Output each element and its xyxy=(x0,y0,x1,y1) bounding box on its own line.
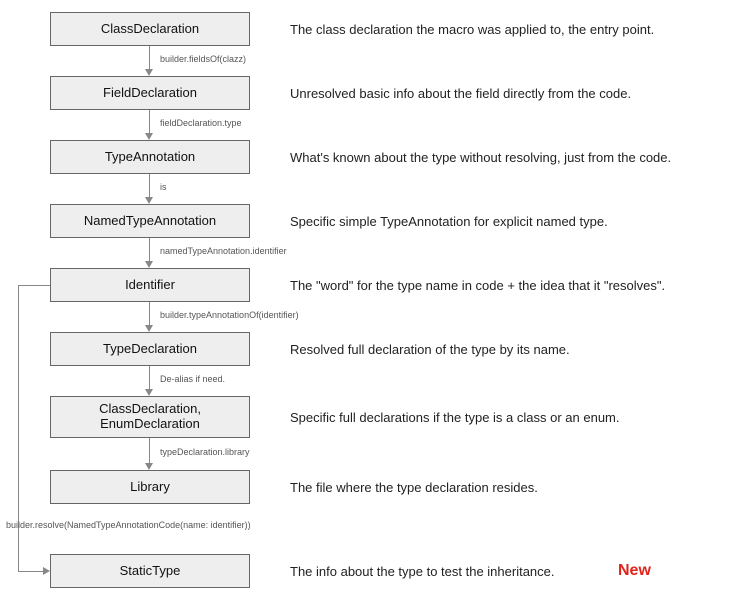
node-identifier: Identifier xyxy=(50,268,250,302)
arrow-6-7 xyxy=(149,438,151,470)
node-label: TypeDeclaration xyxy=(103,342,197,357)
desc-identifier: The "word" for the type name in code + t… xyxy=(290,268,710,302)
node-label: StaticType xyxy=(120,564,181,579)
node-named-type-annotation: NamedTypeAnnotation xyxy=(50,204,250,238)
arrow-3-4 xyxy=(149,238,151,268)
side-arrowhead xyxy=(43,567,50,575)
desc-type-annotation: What's known about the type without reso… xyxy=(290,140,710,174)
desc-text: The info about the type to test the inhe… xyxy=(290,564,555,579)
desc-class-declaration: The class declaration the macro was appl… xyxy=(290,12,710,46)
arrow-5-6 xyxy=(149,366,151,396)
arrow-0-1 xyxy=(149,46,151,76)
node-label: FieldDeclaration xyxy=(103,86,197,101)
side-edge-h2 xyxy=(18,571,43,572)
node-library: Library xyxy=(50,470,250,504)
desc-type-declaration: Resolved full declaration of the type by… xyxy=(290,332,710,366)
node-type-annotation: TypeAnnotation xyxy=(50,140,250,174)
edge-label-0-1: builder.fieldsOf(clazz) xyxy=(160,54,246,64)
node-class-declaration: ClassDeclaration xyxy=(50,12,250,46)
desc-library: The file where the type declaration resi… xyxy=(290,470,710,504)
edge-label-side: builder.resolve(NamedTypeAnnotationCode(… xyxy=(6,520,251,530)
edge-label-1-2: fieldDeclaration.type xyxy=(160,118,242,128)
edge-label-6-7: typeDeclaration.library xyxy=(160,447,250,457)
edge-label-3-4: namedTypeAnnotation.identifier xyxy=(160,246,287,256)
desc-text: The file where the type declaration resi… xyxy=(290,480,538,495)
desc-text: Resolved full declaration of the type by… xyxy=(290,342,570,357)
node-label: ClassDeclaration xyxy=(101,22,199,37)
node-static-type: StaticType xyxy=(50,554,250,588)
arrow-2-3 xyxy=(149,174,151,204)
edge-label-4-5: builder.typeAnnotationOf(identifier) xyxy=(160,310,299,320)
arrow-1-2 xyxy=(149,110,151,140)
desc-text: What's known about the type without reso… xyxy=(290,150,671,165)
node-field-declaration: FieldDeclaration xyxy=(50,76,250,110)
node-label: Identifier xyxy=(125,278,175,293)
desc-text: The "word" for the type name in code + t… xyxy=(290,278,665,293)
node-label: ClassDeclaration, EnumDeclaration xyxy=(99,402,201,432)
flow-diagram: ClassDeclaration The class declaration t… xyxy=(0,0,730,600)
desc-named-type-annotation: Specific simple TypeAnnotation for expli… xyxy=(290,204,710,238)
edge-label-2-3: is xyxy=(160,182,167,192)
desc-text: Specific simple TypeAnnotation for expli… xyxy=(290,214,608,229)
desc-text: Specific full declarations if the type i… xyxy=(290,410,620,425)
node-label: TypeAnnotation xyxy=(105,150,195,165)
node-class-enum-declaration: ClassDeclaration, EnumDeclaration xyxy=(50,396,250,438)
arrow-4-5 xyxy=(149,302,151,332)
side-edge-h1 xyxy=(18,285,50,286)
desc-field-declaration: Unresolved basic info about the field di… xyxy=(290,76,710,110)
node-type-declaration: TypeDeclaration xyxy=(50,332,250,366)
desc-text: The class declaration the macro was appl… xyxy=(290,22,654,37)
node-label: Library xyxy=(130,480,170,495)
edge-label-5-6: De-alias if need. xyxy=(160,374,225,384)
node-label: NamedTypeAnnotation xyxy=(84,214,216,229)
new-badge: New xyxy=(618,562,651,580)
desc-text: Unresolved basic info about the field di… xyxy=(290,86,631,101)
desc-class-enum-declaration: Specific full declarations if the type i… xyxy=(290,400,710,434)
